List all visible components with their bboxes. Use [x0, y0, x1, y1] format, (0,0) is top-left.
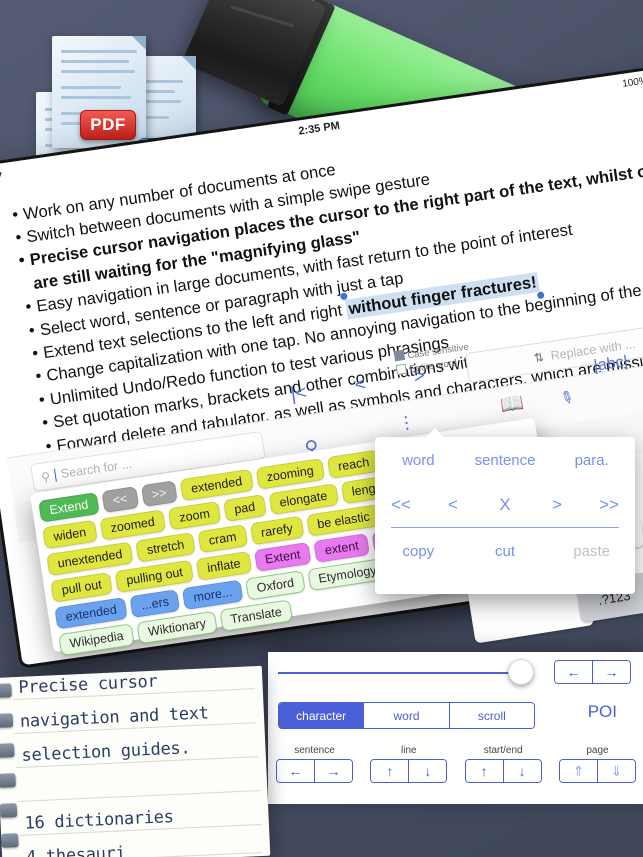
popup-clipboard-row: copy cut paste [375, 528, 635, 574]
menu-item-left[interactable]: < [427, 495, 479, 515]
tag-word[interactable]: pull out [50, 571, 114, 603]
sentence-next-button[interactable]: → [314, 760, 352, 782]
pencil-icon[interactable]: ✎ [556, 386, 577, 410]
page-down-button[interactable]: ⇓ [596, 760, 635, 782]
line-nav-group: line ↑ ↓ [370, 745, 448, 783]
mode-segmented-control: character word scroll [278, 702, 535, 729]
status-bar-right: 100% [622, 72, 643, 90]
char-left-button[interactable]: ← [555, 661, 592, 683]
popup-arrow [425, 428, 445, 438]
tag-word[interactable]: zooming [255, 457, 326, 490]
page-nav-group: page ⇑ ⇓ [558, 745, 636, 783]
tag-word[interactable]: stretch [135, 532, 196, 563]
sentence-prev-button[interactable]: ← [277, 760, 314, 782]
line-label: line [401, 745, 417, 756]
menu-item-copy[interactable]: copy [375, 543, 462, 560]
line-down-button[interactable]: ↓ [408, 760, 447, 782]
page-label: page [586, 745, 609, 756]
menu-item-right[interactable]: > [531, 495, 583, 515]
tag-next[interactable]: >> [140, 480, 178, 508]
menu-item-close[interactable]: X [479, 495, 531, 515]
goto-next-icon[interactable]: > [412, 365, 426, 388]
tag-word[interactable]: rarefy [249, 515, 305, 546]
menu-item-paragraph[interactable]: para. [548, 452, 635, 469]
popup-nav-row: << < X > >> [375, 483, 635, 527]
tag-more-forms[interactable]: ...ers [129, 589, 181, 618]
tag-word[interactable]: pad [222, 494, 267, 522]
menu-item-word[interactable]: word [375, 452, 462, 469]
pdf-badge-icon: PDF [80, 110, 136, 140]
goto-prev-icon[interactable]: < [353, 374, 367, 397]
notepad-rings [0, 681, 20, 857]
end-button[interactable]: ↓ [502, 760, 541, 782]
menu-item-fast-left[interactable]: << [375, 495, 427, 515]
startend-arrows: ↑ ↓ [464, 759, 542, 783]
tag-word[interactable]: zoom [167, 500, 222, 531]
segment-scroll[interactable]: scroll [448, 703, 534, 728]
position-slider[interactable] [278, 659, 534, 685]
cursor-i-beam-icon[interactable]: ⋮ [397, 412, 417, 434]
menu-item-paste: paste [573, 542, 611, 560]
abc-selection-icon[interactable]: |abc| [593, 353, 629, 376]
menu-item-sentence[interactable]: sentence [462, 452, 549, 469]
page-arrows: ⇑ ⇓ [558, 759, 636, 783]
menu-item-fast-right[interactable]: >> [583, 495, 635, 515]
char-arrows-group: ← → [554, 660, 631, 684]
slider-track [278, 672, 518, 674]
segment-character[interactable]: character [279, 703, 364, 728]
menu-item-cut[interactable]: cut [462, 543, 549, 560]
notepad: Precise cursor navigation and text selec… [0, 665, 271, 857]
navigation-control-panel: ← → character word scroll POI sentence ←… [268, 652, 643, 804]
tag-source-oxford[interactable]: Oxford [245, 570, 306, 601]
sentence-label: sentence [294, 745, 335, 756]
sentence-arrows: ← → [276, 759, 353, 783]
tag-word[interactable]: elongate [268, 483, 339, 516]
slider-knob[interactable] [508, 659, 534, 685]
tag-word[interactable]: Extent [253, 541, 312, 572]
nav-quad-row: sentence ← → line ↑ ↓ start/end ↑ ↓ page… [276, 745, 636, 783]
tag-word[interactable]: cram [197, 524, 248, 554]
selection-context-menu: word sentence para. << < X > >> copy cut… [375, 428, 635, 594]
updown-arrow-icon: ⇅ [532, 350, 545, 366]
scene: PDF DOC XLS Carrier ▾ 2:35 PM 100% Work … [0, 0, 643, 857]
tag-prev[interactable]: << [101, 486, 139, 514]
sentence-nav-group: sentence ← → [276, 745, 353, 783]
tag-word[interactable]: zoomed [99, 509, 167, 541]
poi-button[interactable]: POI [588, 702, 617, 722]
line-up-button[interactable]: ↑ [371, 760, 409, 782]
popup-scope-row: word sentence para. [375, 437, 635, 483]
char-right-button[interactable]: → [592, 661, 630, 683]
tag-word[interactable]: inflate [195, 550, 252, 581]
start-button[interactable]: ↑ [465, 760, 503, 782]
segment-word[interactable]: word [363, 703, 449, 728]
startend-nav-group: start/end ↑ ↓ [464, 745, 542, 783]
line-arrows: ↑ ↓ [370, 759, 448, 783]
tag-word[interactable]: widen [42, 519, 98, 550]
tag-word[interactable]: extent [313, 533, 371, 563]
tag-more[interactable]: more... [182, 579, 244, 611]
book-icon[interactable]: 📖 [499, 390, 526, 417]
tag-word[interactable]: reach [326, 449, 381, 479]
goto-first-icon[interactable]: |< [289, 382, 308, 406]
page-up-button[interactable]: ⇑ [559, 760, 597, 782]
startend-label: start/end [483, 745, 523, 756]
tag-extend[interactable]: Extend [38, 492, 100, 523]
